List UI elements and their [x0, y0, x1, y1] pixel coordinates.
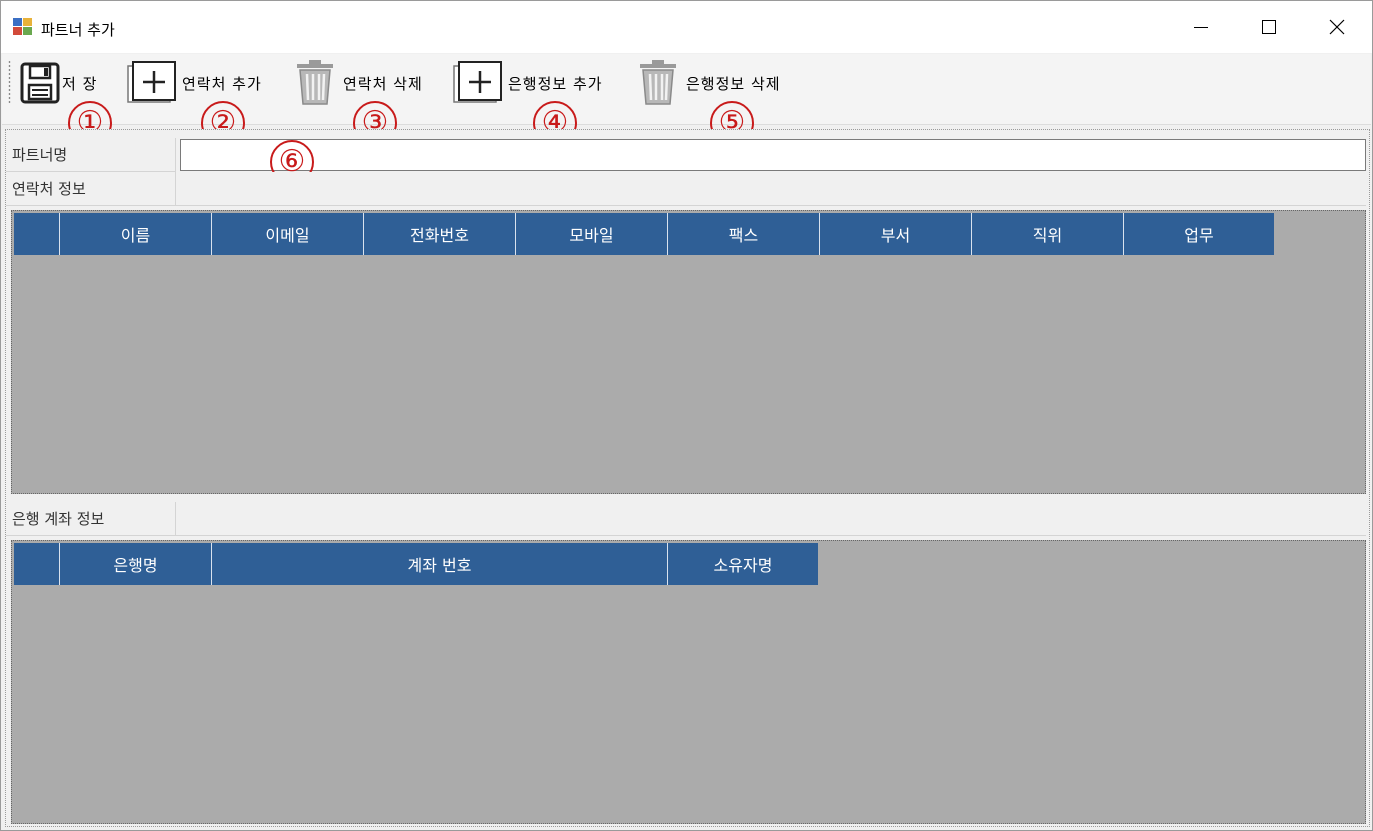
bank-grid[interactable]: 은행명 계좌 번호 소유자명 [11, 540, 1366, 824]
bank-row-header-cell[interactable] [14, 543, 60, 585]
contact-column-mobile[interactable]: 모바일 [516, 213, 668, 255]
add-contact-label: 연락처 추가 [182, 74, 262, 93]
window-title: 파트너 추가 [41, 21, 115, 39]
bank-section-bar [176, 502, 1366, 536]
contact-column-fax[interactable]: 팩스 [668, 213, 820, 255]
trash-icon [297, 60, 333, 105]
contact-column-phone[interactable]: 전화번호 [364, 213, 516, 255]
contact-column-position[interactable]: 직위 [972, 213, 1124, 255]
partner-form: 파트너명 ⑥ 연락처 정보 이름 이메일 전화번호 모바일 팩스 부서 직위 업… [5, 129, 1370, 827]
delete-contact-label: 연락처 삭제 [343, 74, 423, 93]
app-icon [13, 18, 33, 36]
trash-icon [640, 60, 676, 105]
partner-name-input[interactable] [180, 139, 1366, 171]
partner-add-window: 파트너 추가 저 장 연락처 추가 연락처 삭제 은행정보 추가 은행정보 삭제… [0, 0, 1373, 831]
delete-contact-button[interactable]: 연락처 삭제 [289, 58, 423, 108]
bank-column-account-number[interactable]: 계좌 번호 [212, 543, 668, 585]
add-contact-button[interactable]: 연락처 추가 [126, 58, 262, 108]
contact-row-header-cell[interactable] [14, 213, 60, 255]
maximize-button[interactable] [1235, 1, 1303, 53]
maximize-icon [1262, 20, 1276, 34]
bank-column-bank-name[interactable]: 은행명 [60, 543, 212, 585]
contact-grid-header: 이름 이메일 전화번호 모바일 팩스 부서 직위 업무 [14, 213, 1274, 255]
bank-grid-header: 은행명 계좌 번호 소유자명 [14, 543, 818, 585]
contact-column-email[interactable]: 이메일 [212, 213, 364, 255]
toolbar-grip[interactable] [8, 60, 11, 104]
save-label: 저 장 [62, 74, 98, 93]
minimize-icon [1194, 27, 1208, 28]
add-bank-label: 은행정보 추가 [508, 74, 603, 93]
minimize-button[interactable] [1167, 1, 1235, 53]
bank-section-label: 은행 계좌 정보 [6, 502, 176, 536]
add-icon [453, 61, 502, 103]
contact-column-name[interactable]: 이름 [60, 213, 212, 255]
close-icon [1329, 19, 1345, 35]
delete-bank-button[interactable]: 은행정보 삭제 [632, 58, 781, 108]
contact-column-department[interactable]: 부서 [820, 213, 972, 255]
add-icon [127, 61, 176, 103]
contact-grid[interactable]: 이름 이메일 전화번호 모바일 팩스 부서 직위 업무 [11, 210, 1366, 494]
bank-column-owner-name[interactable]: 소유자명 [668, 543, 818, 585]
close-button[interactable] [1303, 1, 1371, 53]
title-bar[interactable]: 파트너 추가 [1, 1, 1372, 53]
contact-column-duty[interactable]: 업무 [1124, 213, 1274, 255]
contact-section-bar [176, 172, 1366, 206]
delete-bank-label: 은행정보 삭제 [686, 74, 781, 93]
contact-section-label: 연락처 정보 [6, 172, 176, 206]
toolbar: 저 장 연락처 추가 연락처 삭제 은행정보 추가 은행정보 삭제 ① ② ③ … [2, 54, 1371, 145]
add-bank-button[interactable]: 은행정보 추가 [452, 58, 603, 108]
partner-name-label: 파트너명 [6, 138, 176, 172]
